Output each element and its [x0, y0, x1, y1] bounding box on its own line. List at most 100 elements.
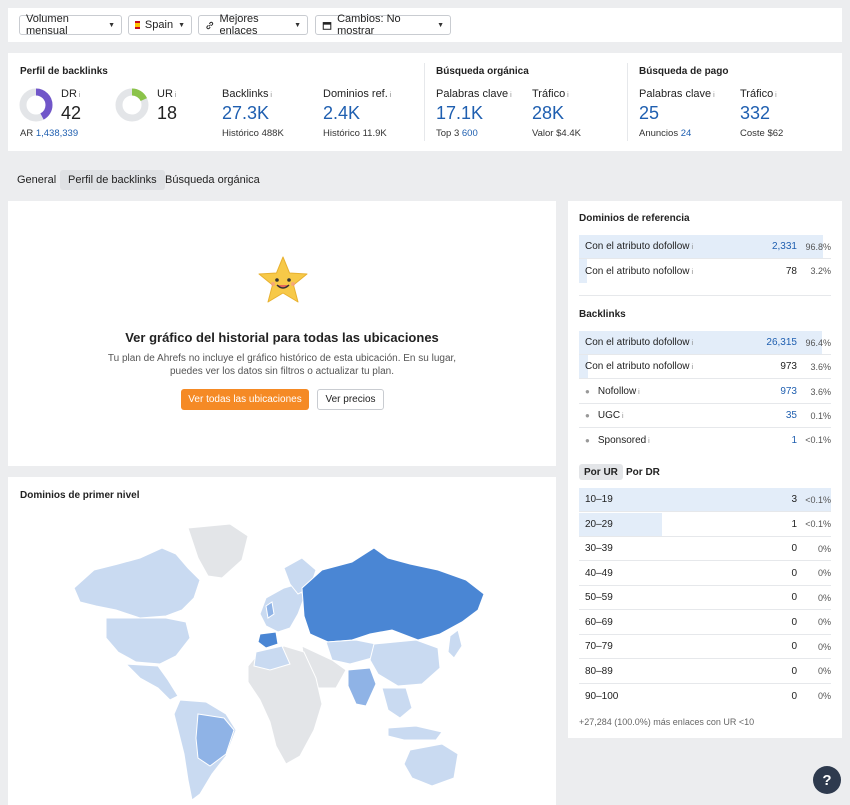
row-pct: 0%	[817, 543, 831, 554]
row-label: ● Nofollow i	[585, 386, 640, 397]
ref-nofollow-row[interactable]: Con el atributo nofollow i 78 3.2%	[579, 259, 831, 283]
ur-row[interactable]: 40–49 0 0%	[579, 562, 831, 586]
info-icon: i	[620, 413, 624, 420]
ref-dofollow-row[interactable]: Con el atributo dofollow i 2,331 96.8%	[579, 235, 831, 259]
tab-organic-search[interactable]: Búsqueda orgánica	[157, 170, 268, 190]
help-button[interactable]: ?	[813, 766, 841, 794]
row-pct: <0.1%	[805, 494, 831, 505]
row-label: Con el atributo dofollow i	[585, 337, 694, 348]
paid-kw-value[interactable]: 25	[639, 103, 659, 124]
changes-label: Cambios: No mostrar	[337, 13, 401, 37]
links-dropdown[interactable]: Mejores enlaces ▼	[198, 13, 308, 37]
country-label: Spain	[144, 19, 174, 31]
info-icon: i	[711, 92, 715, 99]
row-pct: 0%	[817, 641, 831, 652]
row-label: 80–89	[585, 665, 613, 677]
org-traffic-value[interactable]: 28K	[532, 103, 564, 124]
info-icon: i	[689, 364, 694, 371]
bl-sponsored-row[interactable]: ● Sponsored i 1 <0.1%	[579, 428, 831, 452]
paid-title: Búsqueda de pago	[639, 66, 729, 77]
ur-value: 18	[157, 103, 178, 123]
bullet-icon: ●	[585, 387, 590, 396]
dr-donut	[19, 88, 53, 122]
refdomains-history: Histórico 11.9K	[323, 128, 387, 139]
view-pricing-button[interactable]: Ver precios	[317, 389, 384, 410]
ur-row[interactable]: 70–79 0 0%	[579, 635, 831, 659]
bl-nofollow-sub-row[interactable]: ● Nofollow i 973 3.6%	[579, 380, 831, 404]
org-top3-value[interactable]: 600	[462, 128, 478, 139]
row-label: ● UGC i	[585, 410, 624, 421]
row-label: 20–29	[585, 518, 613, 530]
paid-ads-value[interactable]: 24	[681, 128, 692, 139]
info-icon: i	[646, 437, 650, 445]
tab-by-dr[interactable]: Por DR	[626, 464, 660, 480]
tab-backlink-profile[interactable]: Perfil de backlinks	[60, 170, 165, 190]
bl-ugc-row[interactable]: ● UGC i 35 0.1%	[579, 404, 831, 428]
info-icon: i	[636, 389, 640, 396]
dr-value: 42	[61, 103, 82, 123]
row-pct: 0%	[817, 617, 831, 627]
ur-row[interactable]: 50–59 0 0%	[579, 586, 831, 610]
bullet-icon: ●	[585, 435, 590, 445]
row-pct: 0%	[817, 592, 831, 603]
row-value: 0	[791, 665, 797, 677]
view-all-locations-button[interactable]: Ver todas las ubicaciones	[181, 389, 309, 410]
row-label: Con el atributo nofollow i	[585, 265, 694, 277]
row-pct: <0.1%	[805, 519, 831, 529]
row-value[interactable]: 26,315	[766, 337, 797, 348]
bullet-icon: ●	[585, 411, 590, 420]
ref-domains-title: Dominios de referencia	[579, 213, 690, 224]
ar-value[interactable]: 1,438,339	[36, 128, 78, 139]
row-pct: 96.4%	[805, 337, 831, 348]
divider	[579, 295, 831, 296]
row-value: 0	[791, 641, 797, 652]
ur-row[interactable]: 60–69 0 0%	[579, 611, 831, 635]
row-value[interactable]: 1	[791, 435, 797, 446]
row-pct: <0.1%	[805, 435, 831, 445]
paid-traffic-value[interactable]: 332	[740, 103, 770, 124]
upsell-title: Ver gráfico del historial para todas las…	[125, 330, 439, 345]
changes-dropdown[interactable]: Cambios: No mostrar ▼	[315, 13, 451, 37]
row-value[interactable]: 2,331	[772, 241, 797, 252]
tab-by-ur[interactable]: Por UR	[579, 464, 623, 480]
backlinks-value[interactable]: 27.3K	[222, 103, 269, 124]
dr-label: DR i	[61, 88, 81, 100]
row-value: 0	[791, 543, 797, 554]
chevron-down-icon: ▼	[108, 21, 115, 29]
volume-label: Volumen mensual	[26, 13, 69, 37]
row-value[interactable]: 35	[786, 410, 797, 421]
upsell-desc-2: puedes ver los datos sin filtros o actua…	[169, 366, 394, 377]
ur-row[interactable]: 30–39 0 0%	[579, 537, 831, 561]
divider	[424, 63, 425, 141]
row-label: 30–39	[585, 543, 613, 554]
info-icon: i	[689, 340, 694, 347]
tab-general[interactable]: General	[9, 170, 64, 190]
row-pct: 3.2%	[810, 266, 831, 276]
row-label: 60–69	[585, 616, 613, 628]
tld-map-title: Dominios de primer nivel	[20, 490, 140, 501]
row-label: Con el atributo dofollow i	[585, 241, 694, 252]
volume-dropdown[interactable]: Volumen mensual ▼	[19, 13, 122, 37]
country-dropdown[interactable]: Spain ▼	[128, 15, 192, 35]
row-value[interactable]: 3	[791, 494, 797, 505]
paid-cost: Coste $62	[740, 128, 784, 139]
backlinks-label: Backlinks i	[222, 88, 272, 100]
row-value: 0	[791, 592, 797, 603]
ur-row[interactable]: 10–19 3 <0.1%	[579, 488, 831, 512]
row-value[interactable]: 1	[791, 519, 797, 530]
links-label: Mejores enlaces	[219, 13, 259, 37]
bl-nofollow-row[interactable]: Con el atributo nofollow i 973 3.6%	[579, 355, 831, 379]
ur-row[interactable]: 80–89 0 0%	[579, 660, 831, 684]
org-top3: Top 3 600	[436, 128, 478, 139]
org-kw-value[interactable]: 17.1K	[436, 103, 483, 124]
paid-ads: Anuncios 24	[639, 128, 692, 139]
row-pct: 3.6%	[810, 361, 831, 372]
bl-dofollow-row[interactable]: Con el atributo dofollow i 26,315 96.4%	[579, 331, 831, 355]
row-value: 78	[785, 265, 797, 277]
row-pct: 3.6%	[810, 386, 831, 397]
ur-row[interactable]: 90–100 0 0%	[579, 684, 831, 708]
refdomains-value[interactable]: 2.4K	[323, 103, 360, 124]
ur-label: UR i	[157, 88, 177, 100]
row-value[interactable]: 973	[780, 386, 797, 397]
ur-row[interactable]: 20–29 1 <0.1%	[579, 512, 831, 537]
